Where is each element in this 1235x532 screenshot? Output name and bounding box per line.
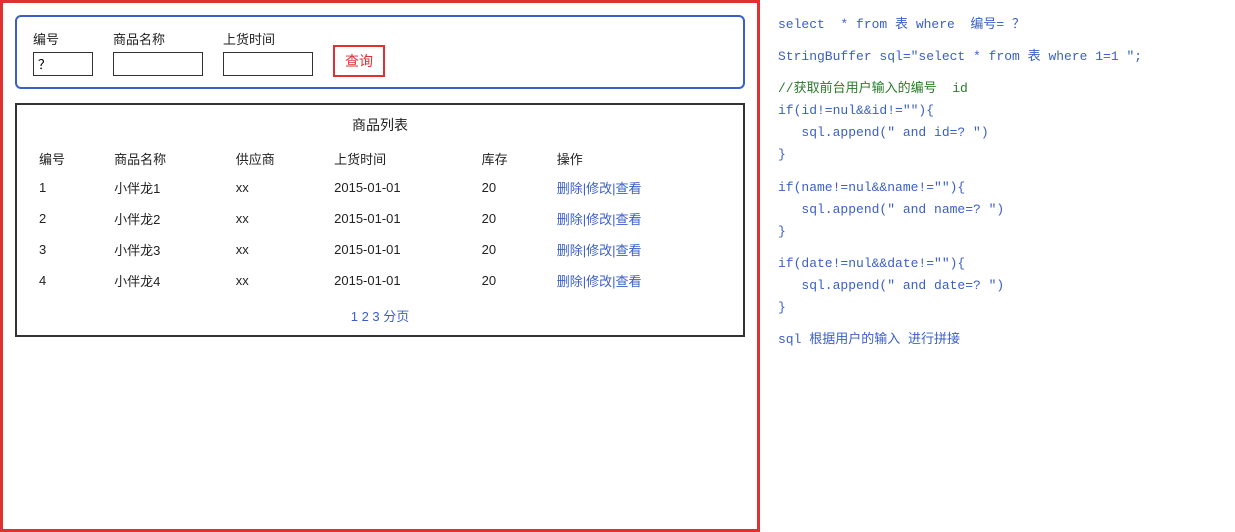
name-label: 商品名称 — [113, 29, 203, 48]
search-area: 编号 商品名称 上货时间 查询 — [15, 15, 745, 89]
code-line: StringBuffer sql="select * from 表 where … — [778, 46, 1217, 68]
product-table: 编号 商品名称 供应商 上货时间 库存 操作 1 小伴龙1 xx 2015-01… — [31, 145, 729, 296]
table-header-row: 编号 商品名称 供应商 上货时间 库存 操作 — [31, 145, 729, 172]
cell-stock: 20 — [474, 234, 549, 265]
table-area: 商品列表 编号 商品名称 供应商 上货时间 库存 操作 1 小伴龙1 xx 20… — [15, 103, 745, 337]
code-line: sql.append(" and name=? ") — [778, 199, 1217, 221]
id-field-group: 编号 — [33, 29, 93, 76]
cell-id: 1 — [31, 172, 106, 203]
table-row: 1 小伴龙1 xx 2015-01-01 20 删除|修改|查看 — [31, 172, 729, 203]
col-header-date: 上货时间 — [326, 145, 474, 172]
name-field-group: 商品名称 — [113, 29, 203, 76]
code-line: if(name!=nul&&name!=""){ — [778, 177, 1217, 199]
cell-name: 小伴龙1 — [106, 172, 228, 203]
cell-supplier: xx — [228, 234, 326, 265]
cell-stock: 20 — [474, 172, 549, 203]
cell-stock: 20 — [474, 265, 549, 296]
code-line: if(date!=nul&&date!=""){ — [778, 253, 1217, 275]
col-header-stock: 库存 — [474, 145, 549, 172]
cell-name: 小伴龙3 — [106, 234, 228, 265]
code-line: } — [778, 144, 1217, 166]
cell-date: 2015-01-01 — [326, 234, 474, 265]
cell-supplier: xx — [228, 172, 326, 203]
cell-id: 2 — [31, 203, 106, 234]
cell-id: 3 — [31, 234, 106, 265]
code-spacer — [778, 36, 1217, 46]
left-panel: 编号 商品名称 上货时间 查询 商品列表 编号 商品名称 供应商 上货时间 库存… — [0, 0, 760, 532]
cell-stock: 20 — [474, 203, 549, 234]
code-spacer — [778, 243, 1217, 253]
col-header-supplier: 供应商 — [228, 145, 326, 172]
cell-name: 小伴龙4 — [106, 265, 228, 296]
id-label: 编号 — [33, 29, 93, 48]
date-field-group: 上货时间 — [223, 29, 313, 76]
code-line: sql.append(" and id=? ") — [778, 122, 1217, 144]
col-header-name: 商品名称 — [106, 145, 228, 172]
code-spacer — [778, 68, 1217, 78]
date-input[interactable] — [223, 52, 313, 76]
cell-date: 2015-01-01 — [326, 265, 474, 296]
date-label: 上货时间 — [223, 29, 313, 48]
table-row: 3 小伴龙3 xx 2015-01-01 20 删除|修改|查看 — [31, 234, 729, 265]
code-line: //获取前台用户输入的编号 id — [778, 78, 1217, 100]
cell-supplier: xx — [228, 203, 326, 234]
code-line: select * from 表 where 编号= ？ — [778, 14, 1217, 36]
col-header-id: 编号 — [31, 145, 106, 172]
code-spacer — [778, 319, 1217, 329]
code-line: if(id!=nul&&id!=""){ — [778, 100, 1217, 122]
cell-name: 小伴龙2 — [106, 203, 228, 234]
cell-actions[interactable]: 删除|修改|查看 — [549, 265, 729, 296]
code-line: sql.append(" and date=? ") — [778, 275, 1217, 297]
name-input[interactable] — [113, 52, 203, 76]
cell-actions[interactable]: 删除|修改|查看 — [549, 172, 729, 203]
code-line: } — [778, 221, 1217, 243]
cell-actions[interactable]: 删除|修改|查看 — [549, 203, 729, 234]
code-line: sql 根据用户的输入 进行拼接 — [778, 329, 1217, 351]
code-spacer — [778, 167, 1217, 177]
pagination[interactable]: 1 2 3 分页 — [31, 306, 729, 325]
cell-supplier: xx — [228, 265, 326, 296]
cell-actions[interactable]: 删除|修改|查看 — [549, 234, 729, 265]
col-header-actions: 操作 — [549, 145, 729, 172]
cell-date: 2015-01-01 — [326, 203, 474, 234]
code-line: } — [778, 297, 1217, 319]
id-input[interactable] — [33, 52, 93, 76]
cell-id: 4 — [31, 265, 106, 296]
table-title: 商品列表 — [31, 115, 729, 135]
right-panel: select * from 表 where 编号= ？ StringBuffer … — [760, 0, 1235, 532]
search-button[interactable]: 查询 — [333, 45, 385, 77]
table-row: 2 小伴龙2 xx 2015-01-01 20 删除|修改|查看 — [31, 203, 729, 234]
cell-date: 2015-01-01 — [326, 172, 474, 203]
table-row: 4 小伴龙4 xx 2015-01-01 20 删除|修改|查看 — [31, 265, 729, 296]
